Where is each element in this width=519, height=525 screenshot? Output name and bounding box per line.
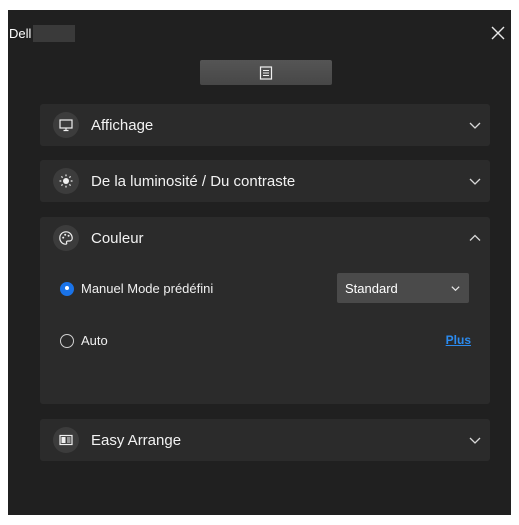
chevron-down-icon (469, 437, 481, 444)
section-display-title: Affichage (91, 116, 154, 134)
chevron-down-icon (469, 122, 481, 129)
section-easy-arrange-title: Easy Arrange (91, 431, 182, 449)
radio-manual-indicator[interactable] (60, 281, 74, 296)
monitor-icon (53, 112, 79, 138)
close-button[interactable] (487, 22, 509, 44)
section-easy-arrange: Easy Arrange (40, 419, 490, 461)
radio-auto-indicator[interactable] (60, 333, 74, 348)
section-brightness-title: De la luminosité / Du contraste (91, 172, 296, 190)
radio-auto[interactable]: Auto (60, 333, 108, 348)
app-window: Dell Affichage De la luminosité / Du con… (8, 10, 511, 515)
brightness-icon (53, 168, 79, 194)
easy-arrange-icon (53, 427, 79, 453)
section-brightness-header[interactable]: De la luminosité / Du contraste (40, 160, 490, 202)
chevron-down-icon (451, 286, 460, 292)
menu-tab-button[interactable] (200, 60, 332, 85)
section-color-header[interactable]: Couleur (40, 217, 490, 259)
section-display-header[interactable]: Affichage (40, 104, 490, 146)
section-easy-arrange-header[interactable]: Easy Arrange (40, 419, 490, 461)
chevron-down-icon (469, 178, 481, 185)
radio-auto-label: Auto (81, 333, 108, 348)
model-name-redacted (33, 24, 76, 42)
menu-list-icon (259, 65, 273, 80)
section-color: Couleur Manuel Mode prédéfini Standard A… (40, 217, 490, 404)
radio-manual-label: Manuel Mode prédéfini (81, 281, 214, 296)
section-color-title: Couleur (91, 229, 144, 247)
close-icon (491, 26, 505, 40)
palette-icon (53, 225, 79, 251)
brand-title: Dell (8, 24, 76, 42)
preset-mode-dropdown[interactable]: Standard (337, 273, 469, 303)
chevron-up-icon (469, 234, 481, 241)
section-display: Affichage (40, 104, 490, 146)
preset-mode-value: Standard (345, 280, 398, 296)
section-brightness: De la luminosité / Du contraste (40, 160, 490, 202)
brand-label: Dell (9, 25, 32, 41)
radio-manual-preset[interactable]: Manuel Mode prédéfini (60, 281, 213, 296)
more-link[interactable]: Plus (446, 333, 471, 347)
